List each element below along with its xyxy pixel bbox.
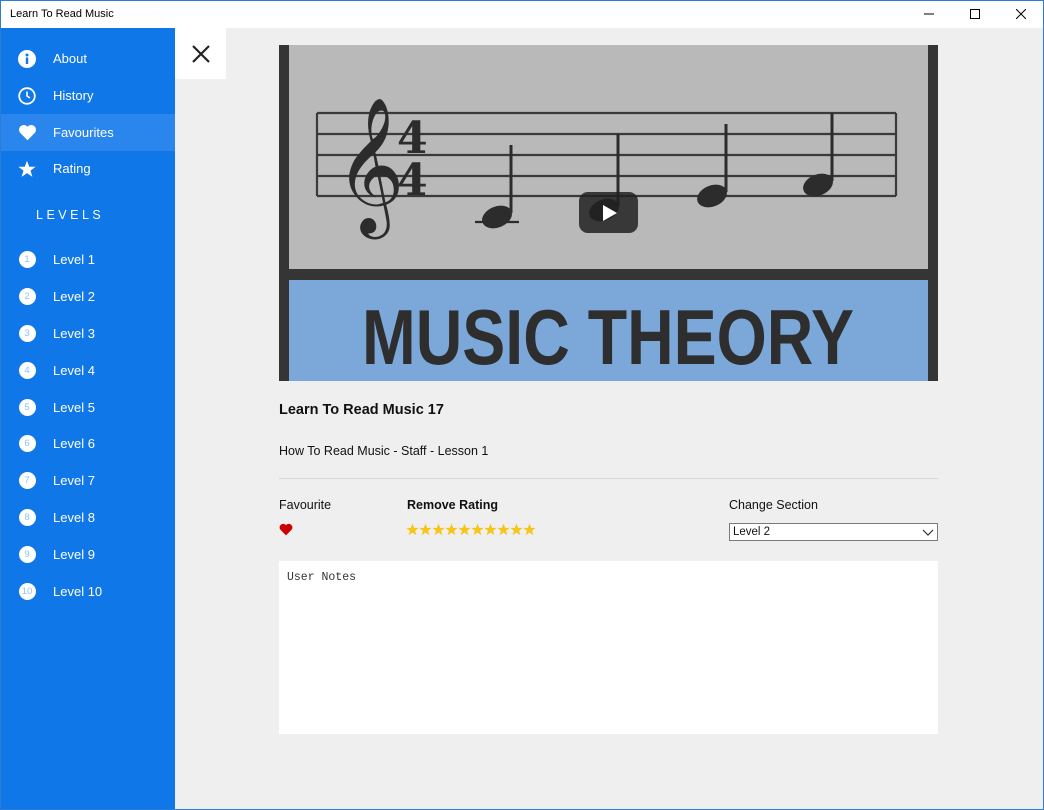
sidebar-item-label: Level 3 — [53, 326, 95, 341]
time-signature-bottom: 4 — [397, 155, 428, 206]
sidebar-item-level-6[interactable]: 6 Level 6 — [0, 425, 175, 462]
lesson-title: Learn To Read Music 17 — [279, 402, 444, 418]
divider — [279, 478, 938, 479]
minimize-button[interactable] — [906, 0, 952, 28]
sidebar-item-label: Level 2 — [53, 289, 95, 304]
section-select-value: Level 2 — [733, 526, 771, 538]
chevron-down-icon — [922, 529, 934, 536]
number-2-icon: 2 — [17, 287, 37, 307]
number-7-icon: 7 — [17, 471, 37, 491]
number-3-icon: 3 — [17, 324, 37, 344]
rating-star-icon[interactable] — [419, 522, 432, 536]
sidebar: About History Favourites Rating LEVELS 1… — [0, 28, 175, 810]
rating-star-icon[interactable] — [471, 522, 484, 536]
sidebar-item-level-4[interactable]: 4 Level 4 — [0, 352, 175, 389]
sidebar-item-label: Level 4 — [53, 363, 95, 378]
number-6-icon: 6 — [17, 434, 37, 454]
sidebar-item-level-2[interactable]: 2 Level 2 — [0, 278, 175, 315]
number-10-icon: 10 — [17, 582, 37, 602]
sidebar-item-level-5[interactable]: 5 Level 5 — [0, 389, 175, 426]
sidebar-item-label: Favourites — [53, 125, 114, 140]
video-banner-text: MUSIC THEORY — [362, 293, 854, 381]
user-notes-placeholder: User Notes — [287, 571, 357, 584]
rating-star-icon[interactable] — [510, 522, 523, 536]
heart-icon — [17, 123, 37, 143]
rating-star-icon[interactable] — [523, 522, 536, 536]
sidebar-item-label: History — [53, 88, 94, 103]
sidebar-item-label: Level 1 — [53, 252, 95, 267]
sidebar-item-level-3[interactable]: 3 Level 3 — [0, 315, 175, 352]
number-9-icon: 9 — [17, 545, 37, 565]
rating-star-icon[interactable] — [432, 522, 445, 536]
number-1-icon: 1 — [17, 250, 37, 270]
favourite-toggle[interactable] — [279, 523, 293, 541]
minimize-icon — [924, 13, 934, 15]
sidebar-item-label: Rating — [53, 161, 91, 176]
number-4-icon: 4 — [17, 361, 37, 381]
sidebar-item-label: Level 6 — [53, 436, 95, 451]
close-window-button[interactable] — [998, 0, 1044, 28]
close-panel-button[interactable] — [175, 28, 226, 79]
sidebar-item-favourites[interactable]: Favourites — [0, 114, 175, 151]
sidebar-item-level-8[interactable]: 8 Level 8 — [0, 499, 175, 536]
rating-star-icon[interactable] — [497, 522, 510, 536]
window-title: Learn To Read Music — [10, 8, 114, 20]
rating-star-icon[interactable] — [445, 522, 458, 536]
levels-header: LEVELS — [36, 208, 105, 222]
rating-stars[interactable] — [406, 522, 536, 536]
sidebar-item-label: Level 7 — [53, 473, 95, 488]
play-button[interactable] — [579, 192, 638, 233]
sidebar-item-level-9[interactable]: 9 Level 9 — [0, 536, 175, 573]
heart-icon — [279, 523, 293, 536]
sidebar-item-label: Level 5 — [53, 400, 95, 415]
window-controls — [906, 0, 1044, 28]
sidebar-item-level-1[interactable]: 1 Level 1 — [0, 241, 175, 278]
close-icon — [191, 44, 210, 63]
star-icon — [17, 159, 37, 179]
number-8-icon: 8 — [17, 508, 37, 528]
remove-rating-button[interactable]: Remove Rating — [407, 498, 498, 512]
title-bar: Learn To Read Music — [0, 0, 1044, 28]
clock-icon — [17, 86, 37, 106]
maximize-icon — [970, 9, 980, 19]
svg-text:𝄞: 𝄞 — [335, 95, 405, 239]
rating-star-icon[interactable] — [484, 522, 497, 536]
maximize-button[interactable] — [952, 0, 998, 28]
info-icon — [17, 49, 37, 69]
sidebar-item-label: About — [53, 51, 87, 66]
lesson-subtitle: How To Read Music - Staff - Lesson 1 — [279, 444, 489, 458]
video-player[interactable]: 𝄞 4 4 MUSIC THEORY — [279, 45, 938, 381]
favourite-label: Favourite — [279, 498, 332, 512]
sidebar-item-level-10[interactable]: 10 Level 10 — [0, 573, 175, 610]
user-notes-textarea[interactable]: User Notes — [279, 561, 938, 734]
change-section-label: Change Section — [729, 498, 818, 512]
sidebar-item-label: Level 10 — [53, 584, 103, 599]
rating-star-icon[interactable] — [406, 522, 419, 536]
section-select[interactable]: Level 2 — [729, 523, 938, 541]
sidebar-item-label: Level 9 — [53, 547, 95, 562]
sidebar-item-history[interactable]: History — [0, 77, 175, 114]
number-5-icon: 5 — [17, 398, 37, 418]
sidebar-item-about[interactable]: About — [0, 40, 175, 77]
sidebar-item-label: Level 8 — [53, 510, 95, 525]
play-icon — [602, 204, 617, 221]
rating-star-icon[interactable] — [458, 522, 471, 536]
close-icon — [1016, 9, 1026, 19]
sidebar-item-level-7[interactable]: 7 Level 7 — [0, 462, 175, 499]
sidebar-item-rating[interactable]: Rating — [0, 150, 175, 187]
